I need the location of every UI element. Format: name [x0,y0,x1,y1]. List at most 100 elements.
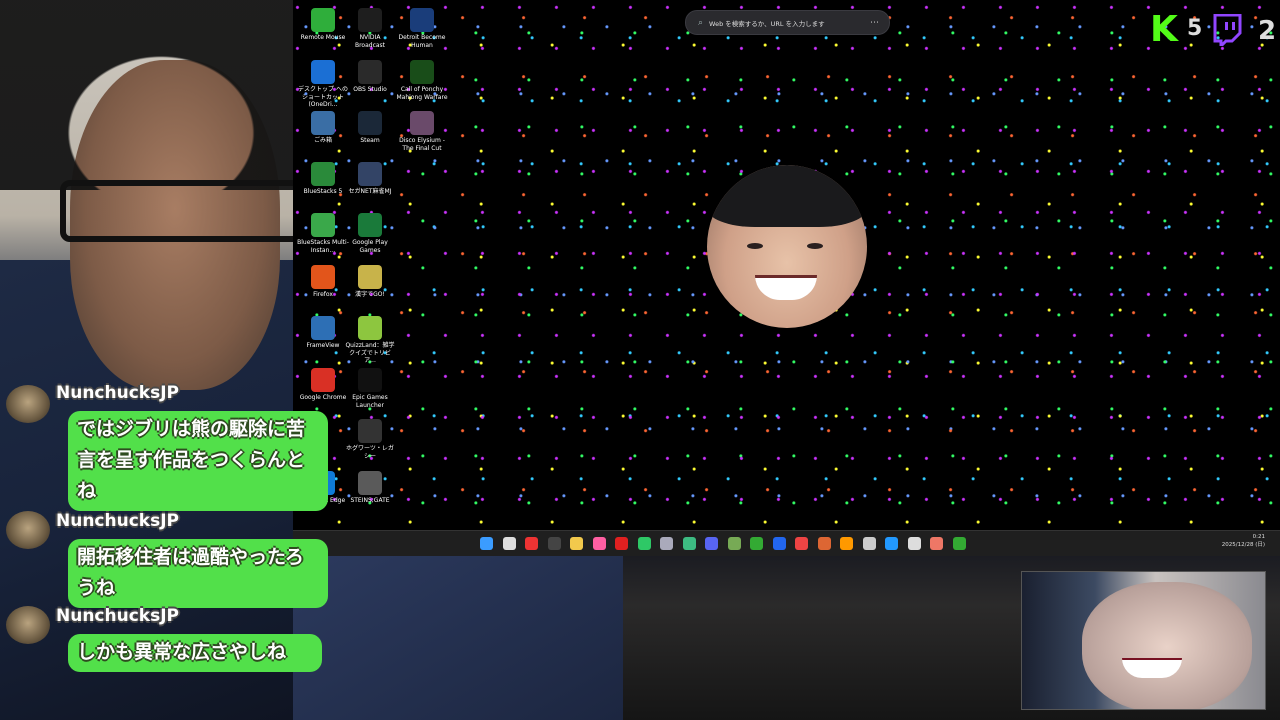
desktop-app-icon [358,368,382,392]
desktop-icon[interactable]: 漢字でGO! [344,261,396,299]
chat-bubble: しかも異常な広さやしね [68,634,322,672]
small-cam-face [1082,582,1252,709]
taskbar-app-icon[interactable] [525,537,538,550]
taskbar-app-icon[interactable] [862,537,876,550]
desktop-icon[interactable]: セガNET麻雀MJ [344,158,396,196]
face-cam-mouth [755,275,817,300]
taskbar-app-icon[interactable] [660,537,673,550]
chat-bubble: ではジブリは熊の駆除に苦言を呈す作品をつくらんとね [68,411,328,511]
desktop-icon[interactable]: Disco Elysium - The Final Cut [396,107,448,152]
desktop-icon[interactable]: Google Chrome [297,364,349,402]
desktop-icon[interactable]: OBS Studio [344,56,396,94]
chat-username: NunchucksJP [56,606,180,626]
desktop-icon-label: Disco Elysium - The Final Cut [399,137,445,152]
desktop-icon-label: Remote Mouse [300,34,346,41]
taskbar-app-icon[interactable] [615,537,628,550]
desktop-app-icon [358,60,382,84]
chat-bubble: 開拓移住者は過酷やったろうね [68,539,328,608]
desktop-icon-label: Detroit Become Human [398,34,446,49]
desktop-icon-label: OBS Studio [353,86,387,93]
webcam-hair [0,0,293,190]
desktop-icon-label: ホグワーツ・レガシー [346,445,394,460]
desktop-icon[interactable]: Call of Ponchy Mahjong Warfare [396,56,448,101]
desktop-icon[interactable]: Remote Mouse [297,4,349,42]
clock-date: 2025/12/28 (日) [1221,542,1265,548]
desktop-app-icon [358,471,382,495]
taskbar-app-icon[interactable] [570,537,583,550]
user-avatar [6,511,50,549]
desktop-app-icon [311,60,335,84]
desktop-icon-label: STEINS;GATE [350,497,390,504]
desktop-icon-label: Epic Games Launcher [352,394,388,409]
taskbar-app-icon[interactable] [682,537,696,550]
desktop-icon-label: ごみ箱 [313,137,332,144]
face-cam-hair [707,165,867,227]
taskbar-app-icon[interactable] [885,537,898,550]
desktop-app-icon [358,111,382,135]
desktop-app-icon [358,8,382,32]
taskbar-app-icon[interactable] [817,537,831,550]
desktop-icon-label: QuizzLand：雑学クイズでトリビア... [345,342,395,364]
desktop-icon[interactable]: FrameView [297,312,349,350]
desktop-icon-label: BlueStacks Multi-Instan... [297,239,349,254]
desktop-icon[interactable]: Epic Games Launcher [344,364,396,409]
desktop-icon-label: BlueStacks 5 [303,188,343,195]
twitch-logo-icon [1212,13,1242,50]
desktop-app-icon [410,8,434,32]
desktop-icon-label: NVIDIA Broadcast [354,34,386,49]
taskbar-app-icon[interactable] [952,537,966,550]
more-options-icon[interactable]: ⋯ [870,18,879,28]
webcam-glasses [60,180,293,242]
taskbar-app-icon[interactable] [480,537,493,550]
desktop-icon-label: デスクトップ へのショートカット (OneDri... [298,86,348,108]
taskbar-app-icon[interactable] [637,537,651,550]
desktop-app-icon [410,111,434,135]
webcam-feed-small [1021,571,1266,710]
twitch-viewer-count: 2 [1258,16,1277,46]
face-cam-eye [747,243,763,249]
browser-search-bar[interactable]: ⌕ Web を検索するか、URL を入力します ⋯ [685,10,890,35]
user-avatar [6,606,50,644]
search-icon: ⌕ [698,17,704,28]
desktop-icon[interactable]: BlueStacks Multi-Instan... [297,209,349,254]
desktop-app-icon [311,162,335,186]
taskbar-app-icon[interactable] [840,537,853,550]
desktop-icon[interactable]: Steam [344,107,396,145]
taskbar-app-icon[interactable] [547,537,561,550]
desktop-icon[interactable]: NVIDIA Broadcast [344,4,396,49]
kick-logo-icon: K [1150,9,1178,50]
desktop-app-icon [358,162,382,186]
room-jacket [293,556,623,720]
desktop-icon[interactable]: BlueStacks 5 [297,158,349,196]
desktop-app-icon [358,213,382,237]
taskbar-app-icon[interactable] [772,537,786,550]
taskbar-app-icon[interactable] [930,537,943,550]
desktop-icon[interactable]: ごみ箱 [297,107,349,145]
taskbar-app-icon[interactable] [907,537,921,550]
desktop-icon-label: Google Chrome [299,394,347,401]
desktop-app-icon [358,316,382,340]
desktop-icon[interactable]: STEINS;GATE [344,467,396,505]
desktop-app-icon [358,265,382,289]
desktop-icon-label: Google Play Games [352,239,388,254]
taskbar-app-icon[interactable] [727,537,741,550]
desktop-icon[interactable]: デスクトップ へのショートカット (OneDri... [297,56,349,109]
desktop-icon[interactable]: ホグワーツ・レガシー [344,415,396,460]
taskbar-app-icon[interactable] [502,537,516,550]
kick-viewer-count: 5 [1187,16,1203,41]
clock-time: 0:21 [1252,534,1265,540]
desktop-icon-label: セガNET麻雀MJ [348,188,392,195]
desktop-icon[interactable]: QuizzLand：雑学クイズでトリビア... [344,312,396,365]
search-input[interactable]: Web を検索するか、URL を入力します [709,18,870,28]
desktop-icon[interactable]: Firefox [297,261,349,299]
system-clock[interactable]: 0:21 2025/12/28 (日) [1222,533,1265,549]
desktop-icon-label: Firefox [313,291,333,298]
desktop-icon[interactable]: Detroit Become Human [396,4,448,49]
desktop-icon[interactable]: Google Play Games [344,209,396,254]
desktop-app-icon [311,265,335,289]
taskbar-app-icon[interactable] [592,537,606,550]
taskbar-app-icon[interactable] [750,537,763,550]
taskbar-app-icon[interactable] [705,537,718,550]
taskbar-app-icon[interactable] [795,537,808,550]
face-cam-eye [807,243,823,249]
